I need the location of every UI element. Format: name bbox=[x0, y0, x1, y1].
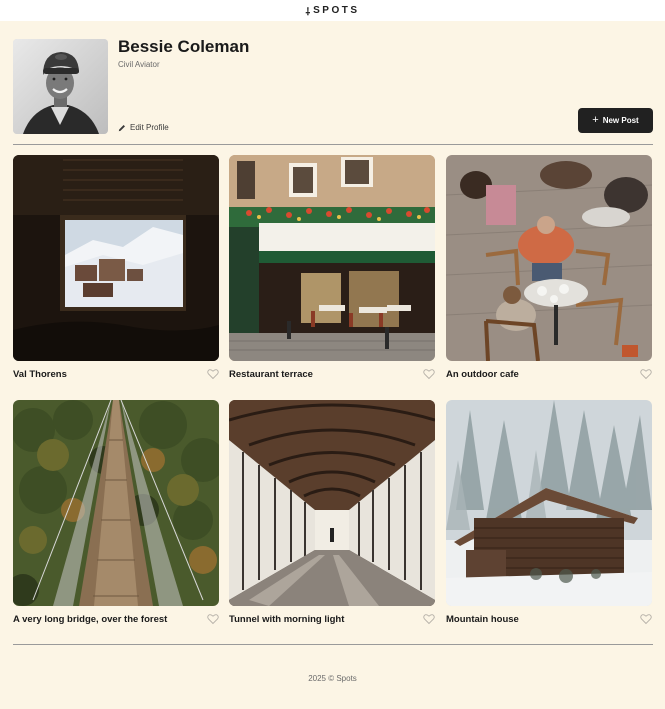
card-image[interactable] bbox=[13, 155, 219, 361]
card-image[interactable] bbox=[229, 155, 435, 361]
heart-icon[interactable] bbox=[423, 613, 435, 625]
new-post-label: New Post bbox=[602, 116, 639, 125]
new-post-button[interactable]: + New Post bbox=[578, 108, 653, 133]
card-image[interactable] bbox=[13, 400, 219, 606]
avatar bbox=[13, 39, 108, 134]
card-restaurant-terrace[interactable]: Restaurant terrace bbox=[229, 155, 435, 387]
card-caption: Restaurant terrace bbox=[229, 367, 435, 381]
profile-name: Bessie Coleman bbox=[118, 37, 250, 56]
card-image[interactable] bbox=[229, 400, 435, 606]
heart-icon[interactable] bbox=[207, 368, 219, 380]
card-title: An outdoor cafe bbox=[446, 368, 519, 380]
card-caption: An outdoor cafe bbox=[446, 367, 652, 381]
logo-text: SPOTS bbox=[313, 5, 360, 16]
card-caption: Mountain house bbox=[446, 612, 652, 626]
card-outdoor-cafe[interactable]: An outdoor cafe bbox=[446, 155, 652, 387]
edit-profile-link[interactable]: Edit Profile bbox=[118, 123, 169, 132]
edit-profile-label: Edit Profile bbox=[130, 123, 169, 132]
card-image[interactable] bbox=[446, 155, 652, 361]
avatar-image bbox=[13, 39, 108, 134]
card-tunnel[interactable]: Tunnel with morning light bbox=[229, 400, 435, 632]
profile-divider bbox=[13, 144, 653, 145]
logo[interactable]: ⸸ SPOTS bbox=[305, 4, 359, 18]
plus-icon: + bbox=[592, 114, 599, 126]
card-caption: Tunnel with morning light bbox=[229, 612, 435, 626]
card-long-bridge[interactable]: A very long bridge, over the forest bbox=[13, 400, 219, 632]
card-val-thorens[interactable]: Val Thorens bbox=[13, 155, 219, 387]
card-title: Tunnel with morning light bbox=[229, 613, 345, 625]
profile-section: Bessie Coleman Civil Aviator Edit Profil… bbox=[13, 37, 653, 134]
pencil-icon bbox=[118, 124, 126, 132]
card-title: A very long bridge, over the forest bbox=[13, 613, 168, 625]
top-bar: ⸸ SPOTS bbox=[0, 0, 665, 21]
footer-divider bbox=[13, 644, 653, 645]
heart-icon[interactable] bbox=[207, 613, 219, 625]
heart-icon[interactable] bbox=[640, 368, 652, 380]
heart-icon[interactable] bbox=[423, 368, 435, 380]
card-image[interactable] bbox=[446, 400, 652, 606]
card-mountain-house[interactable]: Mountain house bbox=[446, 400, 652, 632]
card-title: Mountain house bbox=[446, 613, 519, 625]
card-caption: Val Thorens bbox=[13, 367, 219, 381]
logo-mark-icon: ⸸ bbox=[305, 6, 311, 18]
card-title: Restaurant terrace bbox=[229, 368, 313, 380]
card-caption: A very long bridge, over the forest bbox=[13, 612, 219, 626]
card-title: Val Thorens bbox=[13, 368, 67, 380]
heart-icon[interactable] bbox=[640, 613, 652, 625]
footer-copyright: 2025 © Spots bbox=[308, 674, 357, 683]
profile-role: Civil Aviator bbox=[118, 60, 160, 69]
